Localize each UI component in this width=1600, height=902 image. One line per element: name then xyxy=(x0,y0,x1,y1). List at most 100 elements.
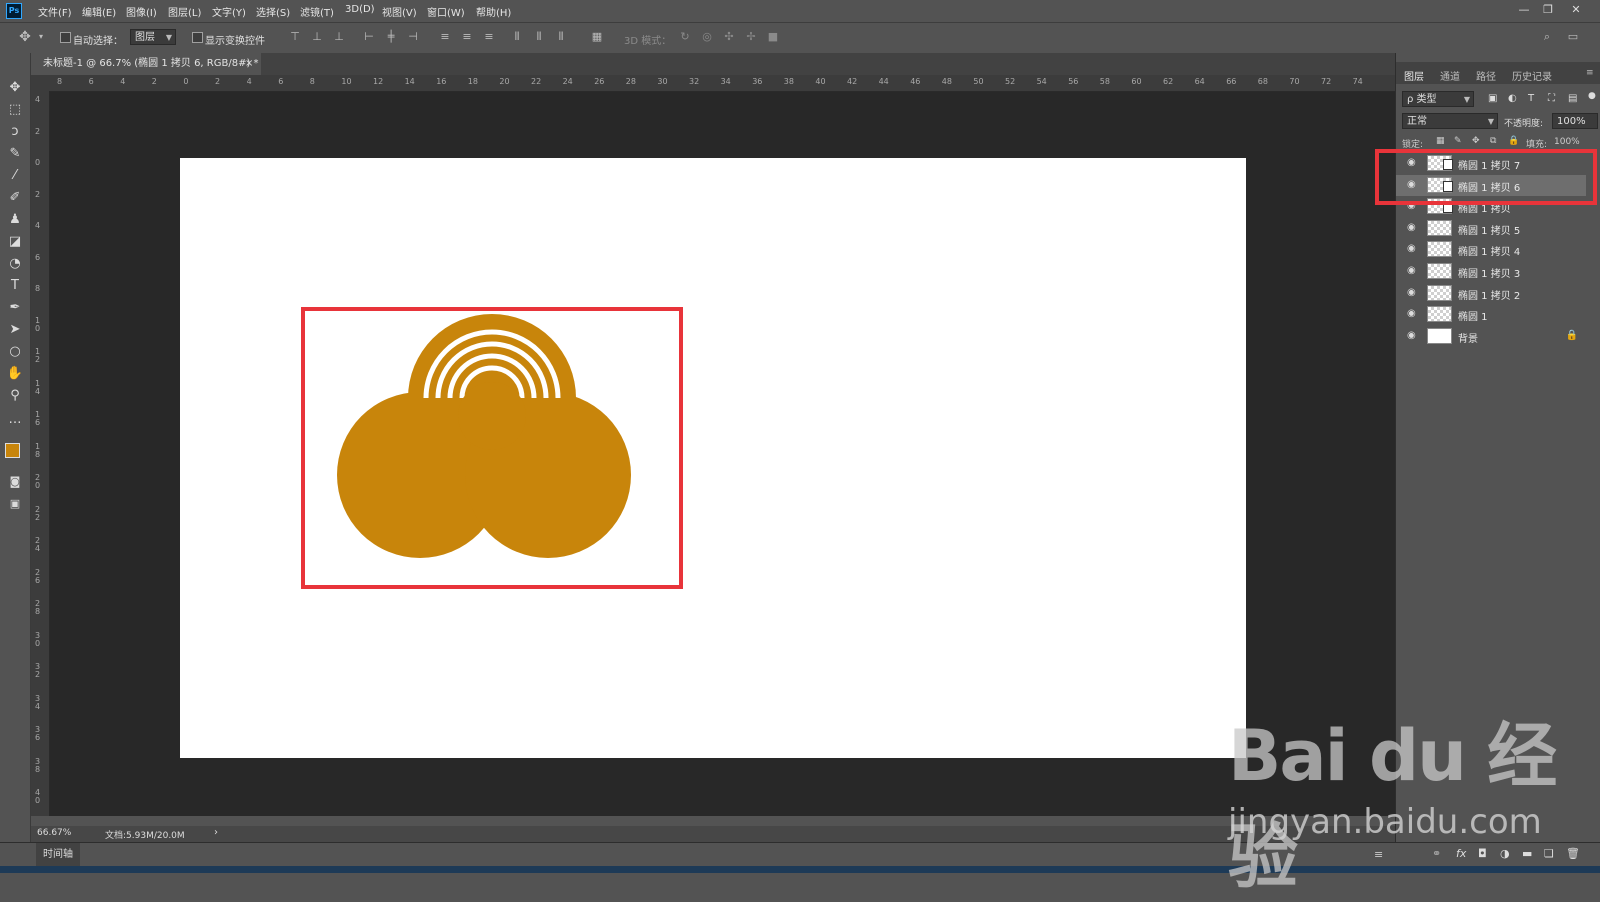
menu-window[interactable]: 窗口(W) xyxy=(427,4,465,19)
menu-help[interactable]: 帮助(H) xyxy=(476,4,511,19)
auto-select-dropdown[interactable]: 图层 ▼ xyxy=(130,29,176,45)
filter-adjust-icon[interactable]: ◐ xyxy=(1508,93,1517,104)
filter-pixel-icon[interactable]: ▣ xyxy=(1488,93,1497,104)
close-window-button[interactable]: ✕ xyxy=(1564,2,1588,18)
layer-row[interactable]: ◉ 椭圆 1 拷贝 2 xyxy=(1396,283,1586,304)
quick-mask-icon[interactable]: ◙ xyxy=(6,473,24,491)
zoom-tool-icon[interactable]: ⚲ xyxy=(6,387,24,405)
layer-row[interactable]: ◉ 背景 🔒 xyxy=(1396,326,1586,347)
distribute-top-icon[interactable]: ≡ xyxy=(438,30,452,44)
marquee-tool-icon[interactable]: ⬚ xyxy=(6,101,24,119)
visibility-eye-icon[interactable]: ◉ xyxy=(1407,266,1419,276)
ruler-tick-label: 1 0 xyxy=(35,315,41,333)
minimize-button[interactable]: — xyxy=(1512,2,1536,18)
quick-select-tool-icon[interactable]: ✎ xyxy=(6,145,24,163)
menu-select[interactable]: 选择(S) xyxy=(256,4,290,19)
3d-pan-icon[interactable]: ✣ xyxy=(722,30,736,44)
menu-filter[interactable]: 滤镜(T) xyxy=(300,4,334,19)
path-select-tool-icon[interactable]: ➤ xyxy=(6,321,24,339)
screen-mode-icon[interactable]: ▣ xyxy=(6,495,24,513)
move-tool-icon[interactable]: ✥ xyxy=(6,79,24,97)
opacity-field[interactable]: 100% xyxy=(1552,113,1598,129)
close-icon[interactable]: × xyxy=(245,53,253,75)
align-right-icon[interactable]: ⊣ xyxy=(406,30,420,44)
filter-smart-icon[interactable]: ▤ xyxy=(1568,93,1577,104)
auto-select-value: 图层 xyxy=(135,32,155,43)
brush-tool-icon[interactable]: ✐ xyxy=(6,189,24,207)
visibility-eye-icon[interactable]: ◉ xyxy=(1407,222,1419,233)
tool-preset-chevron-icon[interactable]: ▾ xyxy=(34,30,48,44)
menu-file[interactable]: 文件(F) xyxy=(38,4,72,19)
restore-button[interactable]: ❐ xyxy=(1536,2,1560,18)
3d-roll-icon[interactable]: ◎ xyxy=(700,30,714,44)
lock-transparent-icon[interactable]: ▦ xyxy=(1436,136,1445,146)
layer-row[interactable]: ◉ 椭圆 1 拷贝 5 xyxy=(1396,218,1586,239)
filter-toggle-icon[interactable]: ● xyxy=(1588,91,1596,101)
layer-filter-dropdown[interactable]: ρ 类型 ▼ xyxy=(1402,91,1474,107)
tab-channels[interactable]: 通道 xyxy=(1440,68,1460,83)
lasso-tool-icon[interactable]: ↄ xyxy=(6,123,24,141)
lock-artboard-icon[interactable]: ⧉ xyxy=(1490,136,1496,146)
distribute-right-icon[interactable]: ⦀ xyxy=(554,30,568,44)
hand-tool-icon[interactable]: ✋ xyxy=(6,365,24,383)
visibility-eye-icon[interactable]: ◉ xyxy=(1407,244,1419,254)
visibility-eye-icon[interactable]: ◉ xyxy=(1407,330,1419,341)
visibility-eye-icon[interactable]: ◉ xyxy=(1407,309,1419,319)
filter-shape-icon[interactable]: ⛶ xyxy=(1548,93,1555,104)
status-menu-arrow-icon[interactable]: › xyxy=(214,827,218,838)
menu-view[interactable]: 视图(V) xyxy=(382,4,417,19)
vertical-ruler[interactable]: 4 2 0 2 4 6 8 1 0 1 2 1 4 1 6 1 8 2 0 2 2 2 4 2 6 2 8 3 0… xyxy=(31,91,50,816)
3d-slide-icon[interactable]: ✢ xyxy=(744,30,758,44)
menu-layer[interactable]: 图层(L) xyxy=(168,4,201,19)
tab-history[interactable]: 历史记录 xyxy=(1512,68,1552,83)
panel-menu-icon[interactable]: ≡ xyxy=(1586,68,1594,78)
fill-value[interactable]: 100% xyxy=(1554,137,1580,147)
menu-edit[interactable]: 编辑(E) xyxy=(82,4,116,19)
blur-tool-icon[interactable]: ◔ xyxy=(6,255,24,273)
align-top-icon[interactable]: ⊤ xyxy=(288,30,302,44)
lock-position-icon[interactable]: ✥ xyxy=(1472,136,1480,146)
ruler-tick-label: 2 4 xyxy=(35,536,41,553)
lock-all-icon[interactable]: 🔒 xyxy=(1508,136,1519,146)
auto-select-checkbox[interactable] xyxy=(60,32,71,43)
workspace-icon[interactable]: ▭ xyxy=(1566,30,1580,44)
distribute-vcenter-icon[interactable]: ≡ xyxy=(460,30,474,44)
zoom-level[interactable]: 66.67% xyxy=(37,828,71,838)
eraser-tool-icon[interactable]: ◪ xyxy=(6,233,24,251)
blend-mode-dropdown[interactable]: 正常 ▼ xyxy=(1402,113,1498,129)
3d-scale-icon[interactable]: ■ xyxy=(766,30,780,44)
stamp-tool-icon[interactable]: ♟ xyxy=(6,211,24,229)
layer-row[interactable]: ◉ 椭圆 1 拷贝 3 xyxy=(1396,261,1586,282)
document-tab[interactable]: 未标题-1 @ 66.7% (椭圆 1 拷贝 6, RGB/8#) * × xyxy=(31,53,261,75)
timeline-tab[interactable]: 时间轴 xyxy=(36,843,80,867)
layer-row[interactable]: ◉ 椭圆 1 拷贝 4 xyxy=(1396,239,1586,260)
tab-layers[interactable]: 图层 xyxy=(1404,68,1424,83)
menu-3d[interactable]: 3D(D) xyxy=(345,4,375,15)
tab-paths[interactable]: 路径 xyxy=(1476,68,1496,83)
distribute-hcenter-icon[interactable]: ⦀ xyxy=(532,30,546,44)
3d-orbit-icon[interactable]: ↻ xyxy=(678,30,692,44)
type-tool-icon[interactable]: T xyxy=(6,277,24,295)
filter-type-icon[interactable]: T xyxy=(1528,93,1534,104)
menu-image[interactable]: 图像(I) xyxy=(126,4,157,19)
menu-type[interactable]: 文字(Y) xyxy=(212,4,246,19)
move-tool-icon[interactable]: ✥ xyxy=(18,30,32,44)
search-icon[interactable]: ⌕ xyxy=(1540,30,1554,44)
layer-row[interactable]: ◉ 椭圆 1 xyxy=(1396,304,1586,325)
lock-pixels-icon[interactable]: ✎ xyxy=(1454,136,1462,146)
horizontal-ruler[interactable]: 8 6 4 2 0 2 4 6 8 10 12 14 16 18 20 22 24 26 28 30 32 34 36 38 4… xyxy=(49,75,1395,92)
more-tools-icon[interactable]: … xyxy=(6,411,24,429)
align-left-icon[interactable]: ⊢ xyxy=(362,30,376,44)
pen-tool-icon[interactable]: ✒ xyxy=(6,299,24,317)
distribute-bottom-icon[interactable]: ≡ xyxy=(482,30,496,44)
ellipse-tool-icon[interactable]: ○ xyxy=(6,343,24,361)
align-vcenter-icon[interactable]: ⊥ xyxy=(310,30,324,44)
show-transform-checkbox[interactable] xyxy=(192,32,203,43)
align-bottom-icon[interactable]: ⊥ xyxy=(332,30,346,44)
foreground-color-swatch[interactable] xyxy=(5,443,20,458)
align-hcenter-icon[interactable]: ╪ xyxy=(384,30,398,44)
visibility-eye-icon[interactable]: ◉ xyxy=(1407,287,1419,298)
distribute-left-icon[interactable]: ⦀ xyxy=(510,30,524,44)
auto-align-icon[interactable]: ▦ xyxy=(590,30,604,44)
eyedropper-tool-icon[interactable]: ⁄ xyxy=(6,167,24,185)
